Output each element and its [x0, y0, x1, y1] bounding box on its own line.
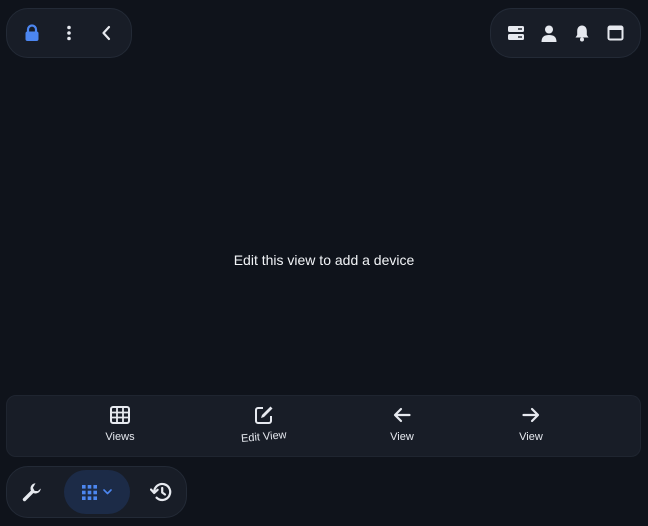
history-icon: [150, 482, 172, 502]
window-icon: [607, 25, 624, 41]
empty-view-message: Edit this view to add a device: [233, 252, 415, 268]
top-right-toolbar: [490, 8, 641, 58]
views-button[interactable]: Views: [80, 404, 160, 450]
previous-view-label: View: [390, 431, 414, 443]
previous-view-button[interactable]: View: [362, 404, 442, 450]
views-label: Views: [105, 431, 135, 443]
user-icon: [541, 25, 557, 42]
bell-icon: [575, 25, 589, 42]
arrow-right-icon: [522, 407, 540, 423]
apps-menu-button[interactable]: [63, 470, 130, 514]
server-icon: [507, 26, 524, 40]
chevron-down-icon: [102, 489, 112, 495]
wrench-icon: [22, 483, 41, 502]
edit-view-label: Edit View: [240, 429, 288, 445]
bottom-navigation-bar: Views Edit View View View: [6, 395, 641, 457]
back-button[interactable]: [89, 16, 123, 50]
edit-icon: [255, 406, 273, 424]
more-menu-button[interactable]: [52, 16, 86, 50]
server-button[interactable]: [499, 16, 532, 50]
edit-view-button[interactable]: Edit View: [224, 404, 304, 450]
bottom-left-toolbar: [6, 466, 187, 518]
lock-button[interactable]: [15, 16, 49, 50]
top-left-toolbar: [6, 8, 132, 58]
settings-wrench-button[interactable]: [15, 475, 49, 509]
notifications-button[interactable]: [566, 16, 599, 50]
history-button[interactable]: [144, 475, 178, 509]
more-vertical-icon: [67, 25, 71, 41]
app-root: Edit this view to add a device Views Edi…: [0, 0, 648, 526]
next-view-label: View: [519, 431, 543, 443]
grid-icon: [110, 406, 130, 424]
lock-icon: [25, 24, 39, 41]
arrow-left-icon: [393, 407, 411, 423]
window-button[interactable]: [599, 16, 632, 50]
chevron-left-icon: [102, 25, 111, 41]
apps-grid-icon: [81, 484, 97, 500]
next-view-button[interactable]: View: [491, 404, 571, 450]
user-button[interactable]: [532, 16, 565, 50]
